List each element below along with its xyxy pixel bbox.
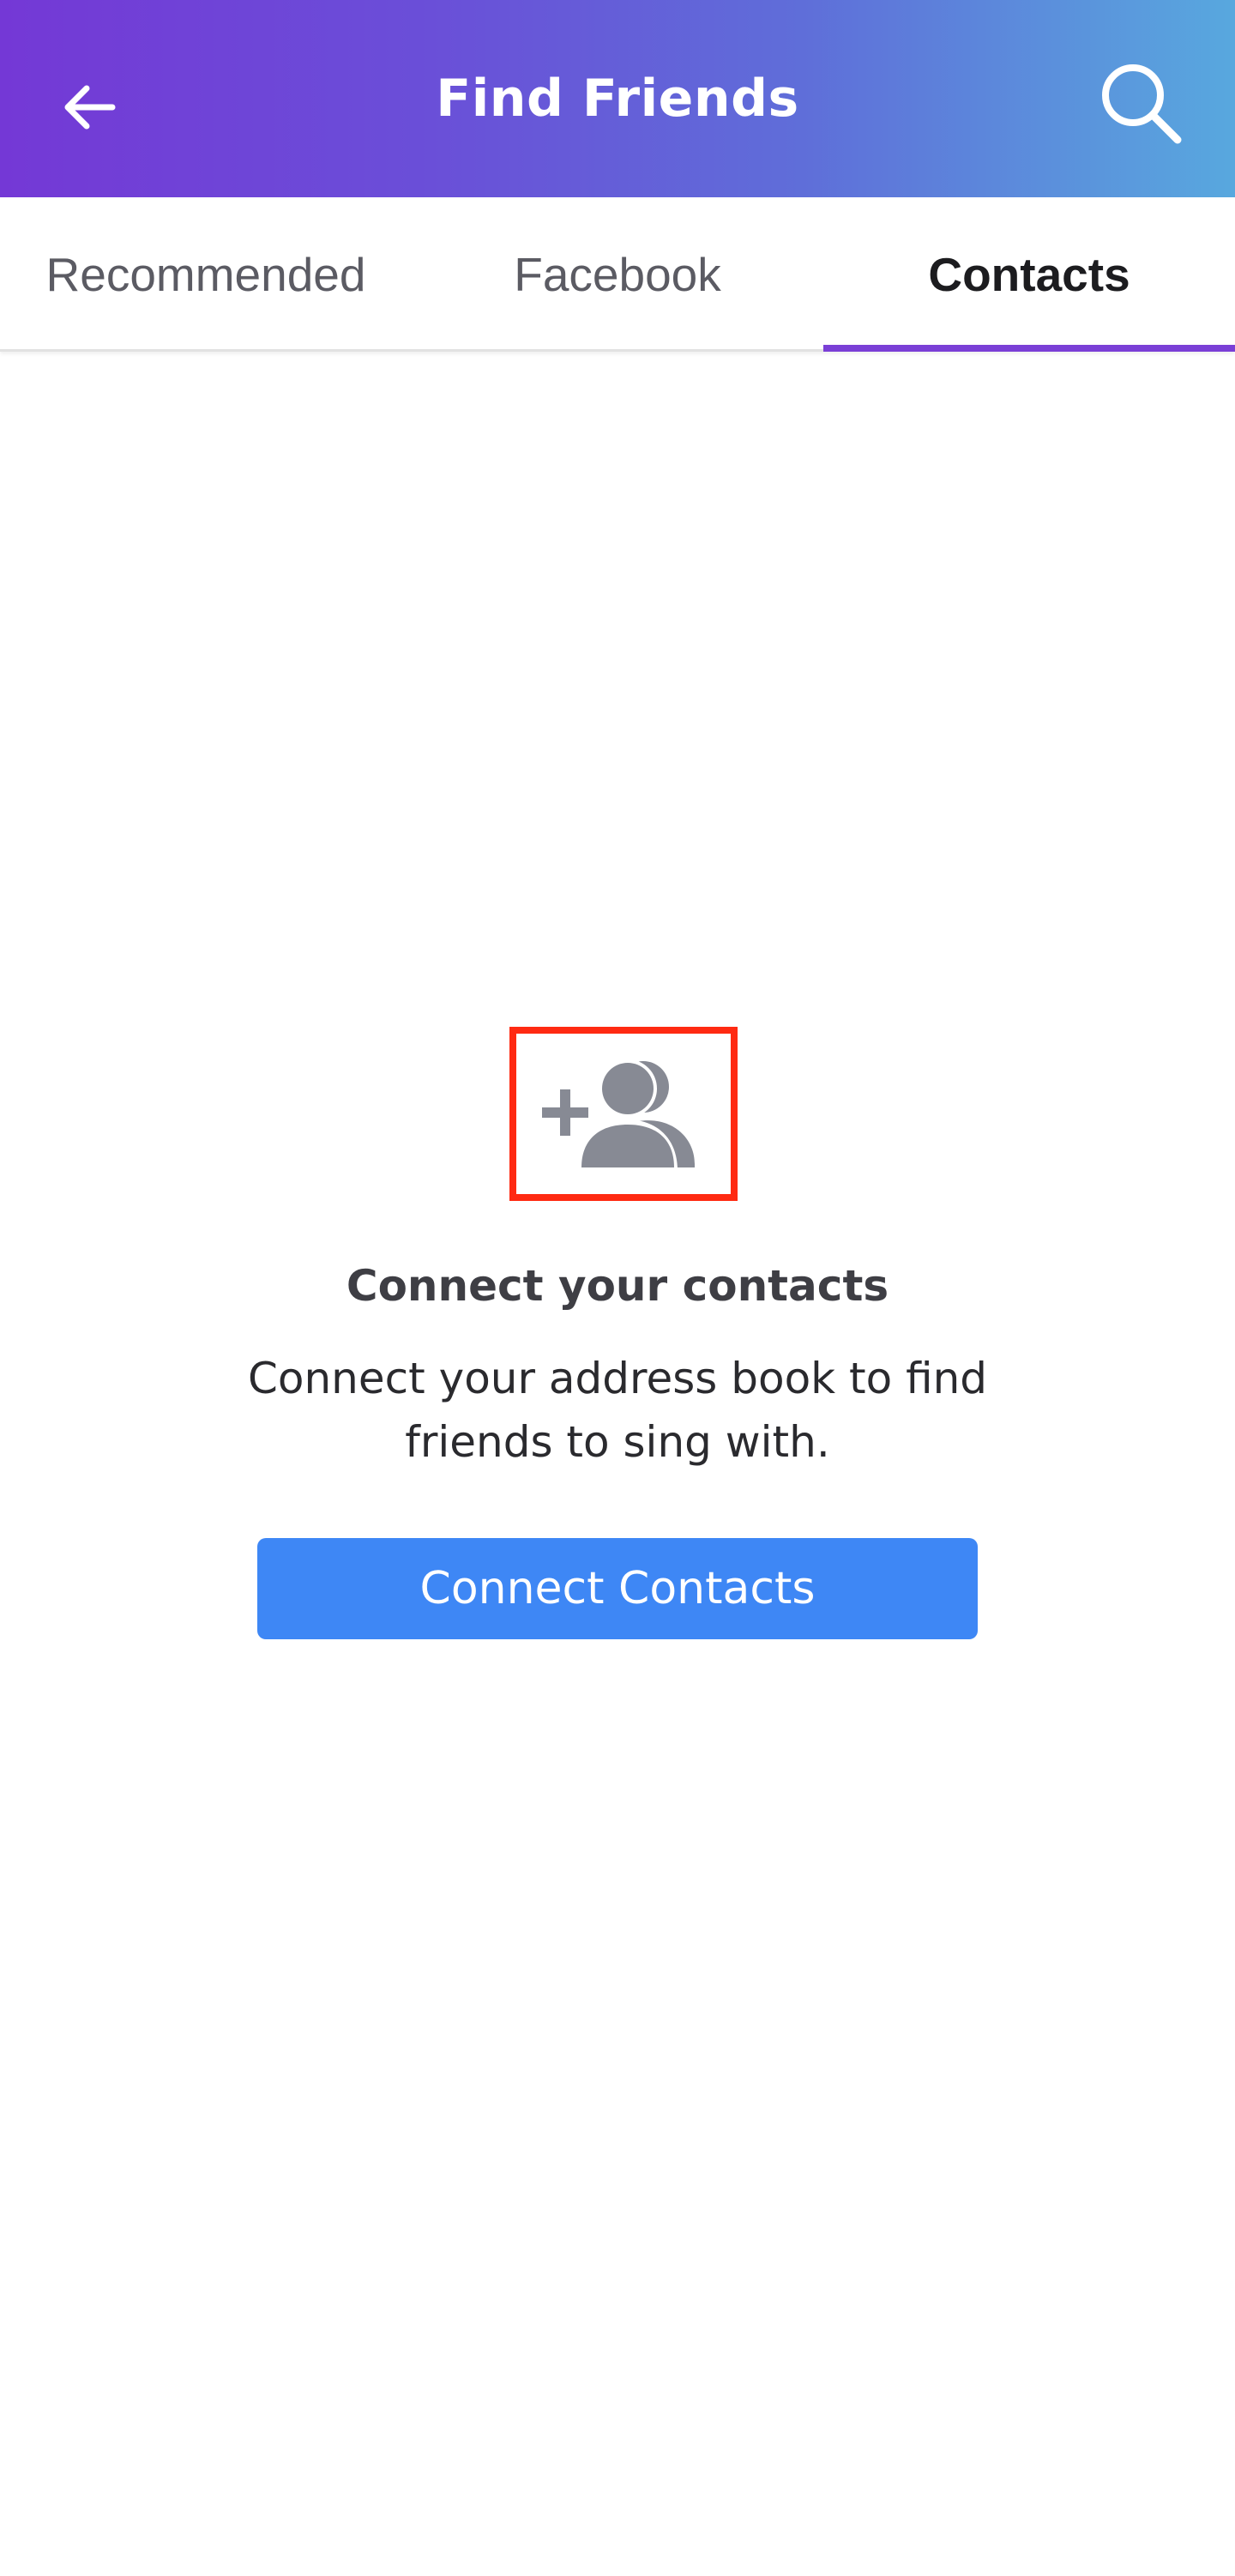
empty-state-description-line-2: friends to sing with. bbox=[405, 1417, 830, 1467]
empty-state-title: Connect your contacts bbox=[346, 1261, 889, 1311]
tab-recommended-label: Recommended bbox=[45, 248, 366, 301]
search-icon bbox=[1102, 64, 1182, 144]
tab-contacts[interactable]: Contacts bbox=[823, 197, 1235, 352]
app-bar: Find Friends bbox=[0, 0, 1235, 197]
tab-selected-indicator bbox=[823, 345, 1235, 352]
search-button[interactable] bbox=[1089, 51, 1192, 154]
empty-state-description-line-1: Connect your address book to find bbox=[247, 1354, 988, 1403]
connect-contacts-button[interactable]: Connect Contacts bbox=[257, 1538, 978, 1639]
add-users-icon bbox=[542, 1059, 695, 1171]
tab-facebook[interactable]: Facebook bbox=[412, 197, 823, 352]
tab-contacts-label: Contacts bbox=[928, 248, 1130, 301]
page-title: Find Friends bbox=[436, 69, 799, 129]
empty-state-description: Connect your address book to find friend… bbox=[206, 1347, 1029, 1474]
tab-facebook-label: Facebook bbox=[514, 248, 721, 301]
add-users-icon-highlight bbox=[509, 1027, 738, 1201]
tab-recommended[interactable]: Recommended bbox=[0, 197, 412, 352]
tab-bar: Recommended Facebook Contacts bbox=[0, 197, 1235, 352]
arrow-left-icon bbox=[64, 85, 116, 130]
back-button[interactable] bbox=[43, 60, 137, 154]
